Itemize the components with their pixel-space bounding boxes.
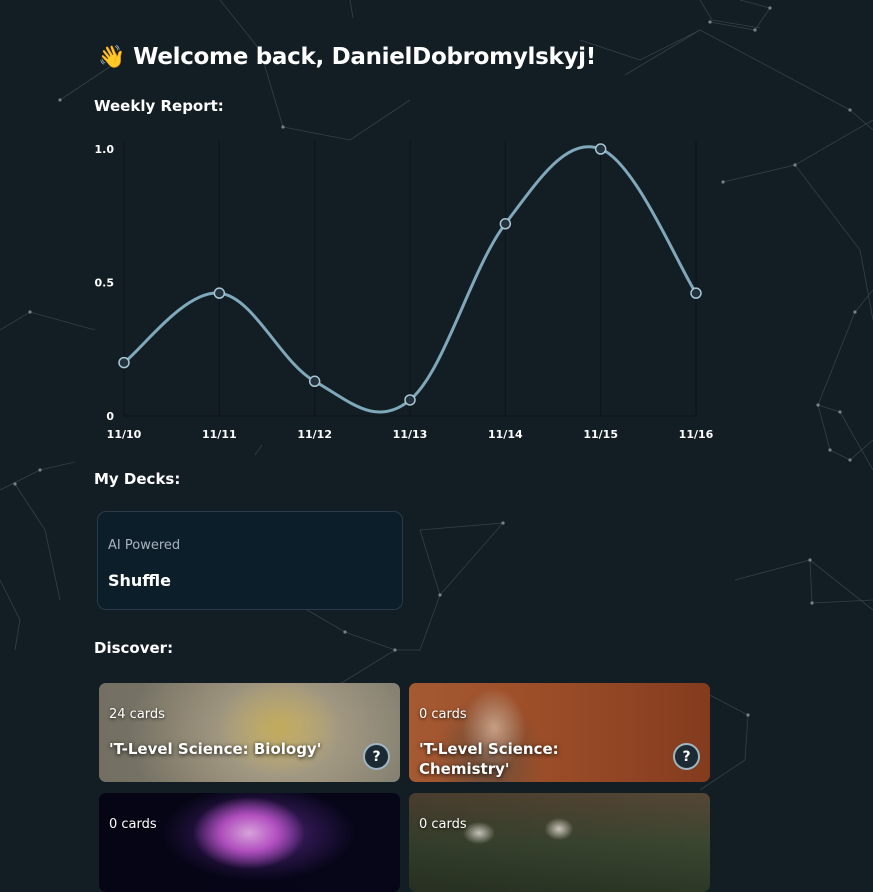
help-button[interactable]: ? [363, 743, 390, 770]
waving-hand-icon: 👋 [98, 44, 126, 70]
card-image-space [99, 793, 400, 892]
chart-point [690, 287, 702, 299]
chart-x-tick-label: 11/11 [202, 428, 237, 441]
card-title: 'T-Level Science: Chemistry' [419, 740, 559, 778]
weekly-report-chart: 00.51.0 11/10 11/11 11/12 11/13 11/14 11/15 11… [95, 141, 714, 441]
card-title: 'T-Level Science: Biology' [109, 740, 322, 758]
card-count: 0 cards [419, 707, 467, 722]
discover-card-biology[interactable]: 24 cards 'T-Level Science: Biology' ? [99, 683, 400, 782]
card-image-plants [409, 793, 710, 892]
discover-card-chemistry[interactable]: 0 cards 'T-Level Science: Chemistry' ? [409, 683, 710, 782]
dashboard: 👋 Welcome back, DanielDobromylskyj! Week… [0, 0, 873, 892]
my-decks-title: My Decks: [94, 470, 181, 488]
chart-x-tick-label: 11/16 [679, 428, 714, 441]
card-image-biology [99, 683, 400, 782]
chart-x-tick-label: 11/15 [583, 428, 618, 441]
discover-card-plants[interactable]: 0 cards [409, 793, 710, 892]
deck-card-shuffle[interactable]: AI Powered Shuffle [97, 511, 403, 610]
deck-name: Shuffle [108, 571, 172, 590]
chart-y-tick-label: 0 [106, 410, 114, 423]
chart-y-tick-label: 1.0 [95, 143, 115, 156]
weekly-report-title: Weekly Report: [94, 97, 224, 115]
discover-card-space[interactable]: 0 cards [99, 793, 400, 892]
chart-point [594, 143, 607, 155]
chart-grid [123, 141, 697, 417]
card-count: 0 cards [419, 817, 467, 832]
chart-y-tick-label: 0.5 [95, 277, 115, 290]
card-count: 24 cards [109, 707, 165, 722]
chart-point [499, 218, 512, 230]
deck-tag: AI Powered [108, 538, 181, 553]
chart-x-tick-label: 11/14 [488, 428, 523, 441]
chart-x-ticks: 11/10 11/11 11/12 11/13 11/14 11/15 11/16 [107, 428, 714, 441]
discover-title: Discover: [94, 639, 174, 657]
card-count: 0 cards [109, 817, 157, 832]
welcome-text: Welcome back, DanielDobromylskyj! [133, 44, 596, 70]
chart-point [308, 375, 321, 388]
chart-x-tick-label: 11/12 [297, 428, 332, 441]
chart-point [213, 287, 226, 299]
chart-x-tick-label: 11/13 [393, 428, 428, 441]
chart-x-tick-label: 11/10 [107, 428, 142, 441]
help-button[interactable]: ? [673, 743, 700, 770]
welcome-heading: 👋 Welcome back, DanielDobromylskyj! [98, 44, 596, 70]
chart-y-ticks: 0 0.5 1.0 [95, 143, 115, 423]
chart-point [404, 394, 416, 406]
chart-point [118, 356, 130, 369]
